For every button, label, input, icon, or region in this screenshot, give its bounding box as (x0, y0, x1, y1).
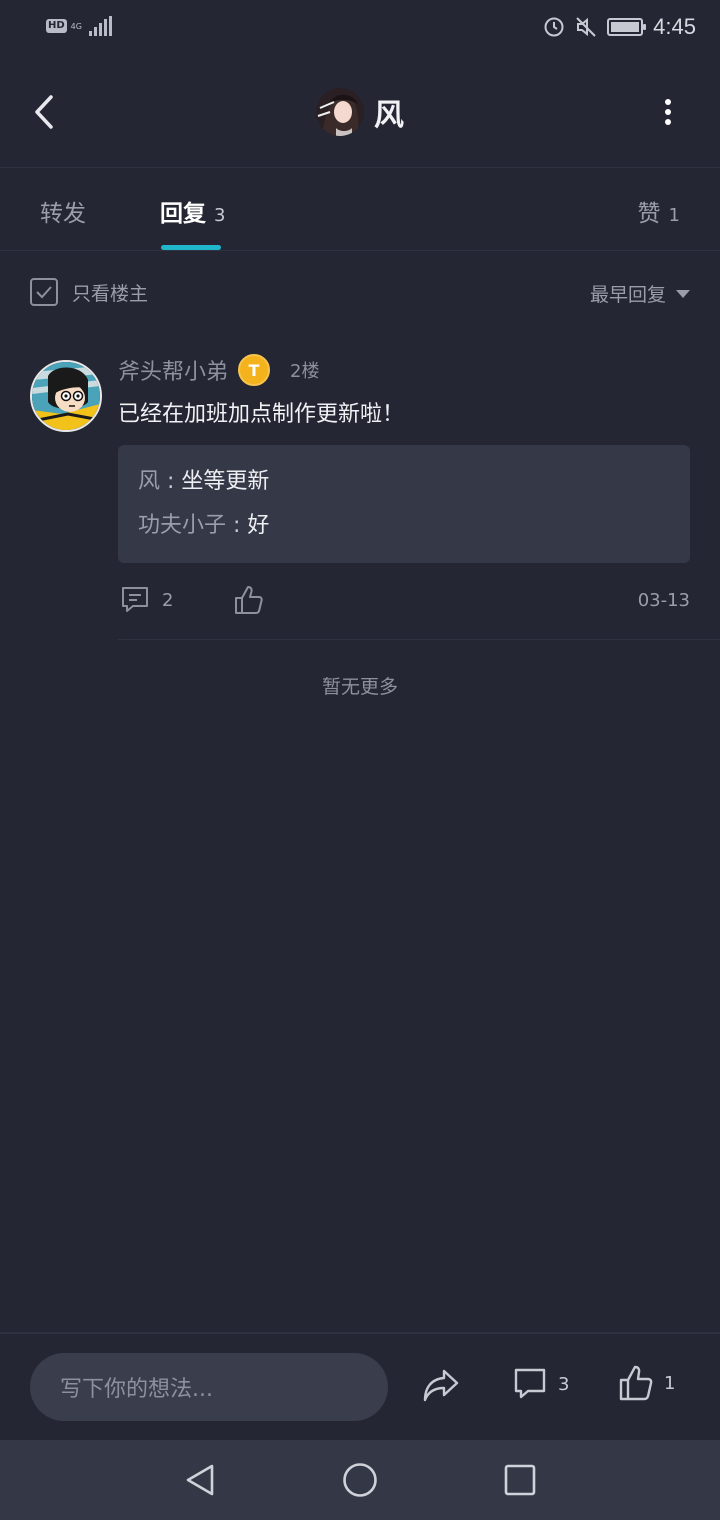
sub-reply-user[interactable]: 风 (138, 469, 160, 494)
tab-label: 回复 (160, 201, 206, 227)
hd-badge: HD (46, 19, 67, 33)
more-options-button[interactable] (656, 96, 680, 128)
tab-label: 赞 (637, 201, 661, 227)
comment-input[interactable]: 写下你的想法... (30, 1353, 388, 1421)
more-dot (665, 99, 671, 105)
likes-count: 1 (664, 1372, 676, 1394)
level-badge-icon: T (238, 354, 271, 386)
signal-bars-icon (88, 16, 112, 36)
author-avatar[interactable] (316, 88, 364, 136)
sub-reply-text: 坐等更新 (181, 469, 270, 494)
comments-count: 3 (558, 1373, 570, 1395)
alarm-icon (544, 17, 564, 37)
tab-count: 3 (214, 205, 226, 226)
commenter-name[interactable]: 斧头帮小弟 (118, 354, 228, 386)
sub-reply-user[interactable]: 功夫小子 (138, 513, 226, 538)
triangle-back-icon (186, 1464, 214, 1496)
tab-forward[interactable]: 转发 (40, 194, 86, 228)
comment-icon (122, 587, 148, 612)
more-dot (665, 119, 671, 125)
post-author[interactable]: 风 (0, 86, 720, 138)
thumbs-up-icon (619, 1365, 653, 1401)
mute-icon (576, 17, 596, 37)
no-more-indicator: 暂无更多 (321, 676, 398, 698)
signal-indicators: HD 4G (46, 16, 112, 36)
only-op-label: 只看楼主 (72, 282, 149, 305)
reply-count: 2 (162, 589, 174, 611)
divider (118, 639, 720, 640)
input-placeholder: 写下你的想法... (60, 1377, 213, 1402)
nav-home-button[interactable] (340, 1460, 380, 1504)
page-title: 风 (374, 98, 404, 133)
tab-reply[interactable]: 回复 3 (160, 194, 225, 228)
comment-text: 已经在加班加点制作更新啦！ (118, 402, 405, 427)
divider (0, 250, 720, 251)
comments-button[interactable]: 3 (512, 1366, 569, 1402)
sort-label: 最早回复 (589, 284, 666, 306)
reply-button[interactable]: 2 (120, 585, 173, 615)
sub-replies[interactable]: 风 : 坐等更新 功夫小子 : 好 (118, 445, 690, 563)
share-button[interactable] (422, 1366, 460, 1410)
tab-count: 1 (668, 205, 680, 226)
clock: 4:45 (653, 14, 696, 39)
only-op-checkbox[interactable] (30, 278, 58, 306)
more-dot (665, 109, 671, 115)
network-type: 4G (70, 21, 82, 31)
like-button[interactable]: 1 (618, 1364, 675, 1402)
like-comment-button[interactable] (233, 584, 265, 620)
check-icon (36, 286, 52, 299)
comment-date: 03-13 (637, 590, 690, 611)
only-op-filter[interactable]: 只看楼主 (30, 278, 148, 306)
status-right: 4:45 (543, 14, 696, 40)
nav-back-button[interactable] (182, 1462, 218, 1502)
comment-bubble-icon (514, 1368, 546, 1399)
commenter-meta: 斧头帮小弟 T 2楼 (118, 354, 319, 386)
circle-home-icon (343, 1463, 377, 1497)
sort-dropdown[interactable]: 最早回复 (590, 280, 690, 307)
tab-like[interactable]: 赞 1 (638, 194, 680, 228)
status-bar: HD 4G 4:45 (0, 0, 720, 58)
square-recents-icon (504, 1464, 536, 1496)
nav-recents-button[interactable] (502, 1462, 538, 1502)
sub-reply-separator: : (160, 469, 182, 494)
floor-number: 2楼 (290, 361, 320, 382)
share-icon (423, 1369, 459, 1402)
divider (0, 167, 720, 168)
battery-icon (607, 18, 647, 36)
tab-label: 转发 (40, 201, 86, 227)
sub-reply: 风 : 坐等更新 (138, 467, 670, 497)
divider (0, 1332, 720, 1334)
caret-down-icon (676, 289, 690, 298)
sub-reply-separator: : (226, 513, 248, 538)
sub-reply: 功夫小子 : 好 (138, 511, 670, 541)
sub-reply-text: 好 (247, 513, 270, 538)
thumbs-up-icon (235, 586, 263, 614)
commenter-avatar[interactable] (30, 360, 102, 432)
